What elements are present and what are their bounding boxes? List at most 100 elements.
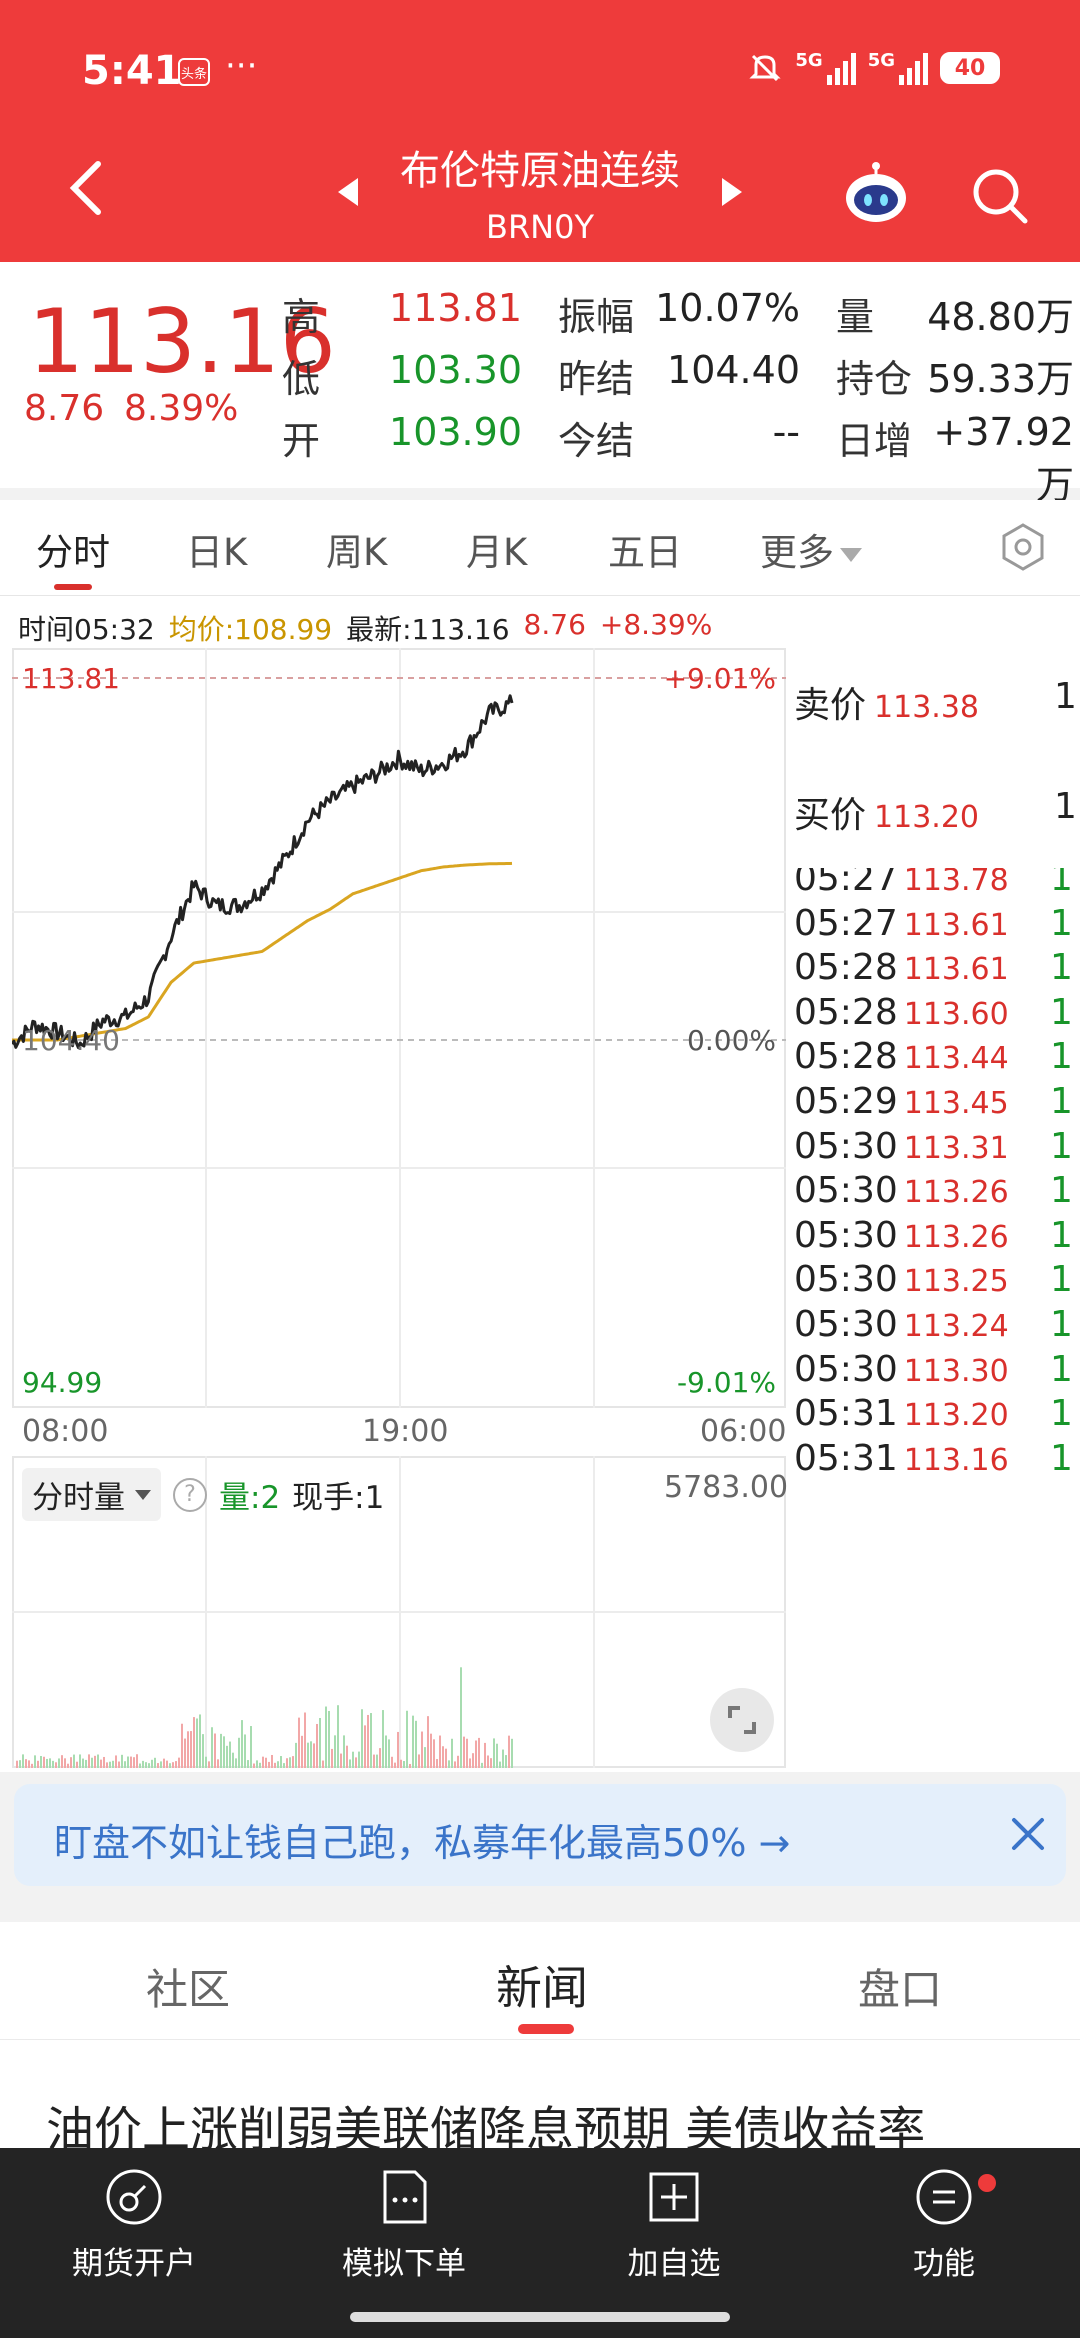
chart-high-label: 113.81 — [22, 662, 120, 695]
back-arrow-icon[interactable] — [60, 158, 110, 218]
amplitude-value: 10.07% — [655, 286, 800, 330]
nav-functions[interactable]: 功能 — [844, 2168, 1044, 2283]
volume-bar — [343, 1735, 345, 1768]
battery-icon: 40 — [940, 52, 1000, 84]
help-icon[interactable]: ? — [173, 1477, 207, 1512]
volume-type-dropdown[interactable]: 分时量 — [22, 1468, 161, 1521]
tab-intraday[interactable]: 分时 — [36, 522, 110, 576]
volume-bar — [424, 1747, 426, 1768]
trade-row: 05:30 113.24 1 — [794, 1304, 1073, 1345]
trade-price: 113.24 — [903, 1309, 1009, 1344]
volume-bar — [508, 1735, 510, 1768]
volume-bar — [163, 1758, 165, 1768]
search-icon[interactable] — [970, 166, 1030, 226]
trade-row: 05:31 113.20 1 — [794, 1393, 1073, 1434]
info-time: 时间05:32 — [18, 613, 155, 646]
intraday-price-chart[interactable]: 113.81 +9.01% 104.40 0.00% 94.99 -9.01% — [12, 648, 786, 1408]
chart-mid-pct: 0.00% — [687, 1024, 776, 1057]
nav-add-watchlist[interactable]: 加自选 — [574, 2168, 774, 2283]
volume-bar — [484, 1742, 486, 1768]
tab-daily-k[interactable]: 日K — [186, 522, 247, 576]
trade-qty: 1 — [1050, 1170, 1073, 1212]
prev-settle-value: 104.40 — [667, 348, 800, 392]
volume-bar — [286, 1758, 288, 1768]
volume-bar — [499, 1761, 501, 1768]
volume-bar — [52, 1760, 54, 1768]
trade-row: 05:28 113.61 1 — [794, 947, 1073, 988]
volume-bar — [448, 1760, 450, 1768]
volume-bar — [445, 1748, 447, 1768]
volume-bar — [352, 1751, 354, 1768]
volume-bar — [109, 1761, 111, 1768]
tab-order-book[interactable]: 盘口 — [858, 1956, 942, 2017]
daily-change-value: +37.92万 — [933, 410, 1074, 507]
trade-qty: 1 — [1050, 868, 1073, 899]
trade-qty: 1 — [1050, 1304, 1073, 1345]
volume-bar — [88, 1754, 90, 1768]
trade-price: 113.31 — [903, 1130, 1009, 1166]
volume-bar — [511, 1738, 513, 1768]
trade-qty: 1 — [1050, 1348, 1073, 1390]
promo-banner[interactable]: 盯盘不如让钱自己跑，私募年化最高50% → — [14, 1784, 1066, 1886]
network-type-2: 5G — [867, 50, 895, 71]
network-type: 5G — [795, 50, 823, 71]
volume-bar — [322, 1760, 324, 1768]
volume-bar — [34, 1755, 36, 1768]
volume-bar — [133, 1757, 135, 1768]
bottom-nav: 期货开户 模拟下单 加自选 功能 — [0, 2148, 1080, 2338]
volume-bar — [76, 1761, 78, 1768]
volume-bar — [55, 1762, 57, 1768]
volume-bar — [37, 1760, 39, 1768]
robot-assistant-icon[interactable] — [842, 160, 910, 228]
volume-bar — [139, 1763, 141, 1768]
info-change: 8.76 — [523, 608, 586, 641]
volume-bar — [505, 1755, 507, 1768]
volume-bar — [31, 1763, 33, 1768]
tab-news[interactable]: 新闻 — [496, 1952, 588, 2018]
trade-row: 05:30 113.26 1 — [794, 1170, 1073, 1211]
volume-bar — [70, 1757, 72, 1768]
tab-more[interactable]: 更多 — [760, 522, 862, 576]
next-contract-icon[interactable] — [722, 178, 742, 206]
nav-open-account[interactable]: 期货开户 — [34, 2168, 234, 2283]
fullscreen-icon[interactable] — [710, 1688, 774, 1752]
close-icon[interactable] — [1008, 1814, 1048, 1854]
trade-row: 05:28 113.44 1 — [794, 1036, 1073, 1077]
section-tabs: 社区 新闻 盘口 — [0, 1922, 1080, 2040]
home-indicator[interactable] — [350, 2312, 730, 2322]
trade-qty: 1 — [1050, 1393, 1073, 1435]
volume-bar — [403, 1761, 405, 1768]
volume-bar — [493, 1738, 495, 1768]
volume-bar — [478, 1737, 480, 1768]
app-notification-icon: 头条 — [178, 58, 210, 86]
tab-monthly-k[interactable]: 月K — [466, 522, 527, 576]
trade-qty: 1 — [1050, 1437, 1073, 1479]
volume-bar — [67, 1763, 69, 1768]
volume-bar — [325, 1706, 327, 1768]
volume-bar — [151, 1759, 153, 1768]
volume-bar — [214, 1733, 216, 1768]
volume-bar — [226, 1745, 228, 1768]
volume-bar — [328, 1710, 330, 1768]
volume-bar — [382, 1710, 384, 1768]
chart-low-pct: -9.01% — [677, 1366, 776, 1399]
nav-sim-order[interactable]: 模拟下单 — [304, 2168, 504, 2283]
tab-community[interactable]: 社区 — [146, 1956, 230, 2017]
tab-five-day[interactable]: 五日 — [608, 522, 682, 576]
header-bar: 5:41 头条 ··· 5G 5G 40 布伦特原油连续 BRN0Y — [0, 0, 1080, 262]
volume-bar — [418, 1754, 420, 1768]
low-value: 103.30 — [389, 348, 522, 392]
volume-bar — [106, 1762, 108, 1768]
gear-icon[interactable] — [998, 522, 1048, 572]
volume-bar — [16, 1760, 18, 1768]
volume-bar — [304, 1712, 306, 1768]
volume-bar — [187, 1731, 189, 1768]
volume-bar — [430, 1733, 432, 1768]
volume-bar — [211, 1727, 213, 1768]
tab-weekly-k[interactable]: 周K — [326, 522, 387, 576]
volume-bar — [454, 1761, 456, 1768]
volume-bar — [115, 1755, 117, 1768]
volume-bar — [292, 1756, 294, 1768]
volume-bar — [337, 1705, 339, 1768]
active-tab-indicator — [54, 584, 92, 590]
